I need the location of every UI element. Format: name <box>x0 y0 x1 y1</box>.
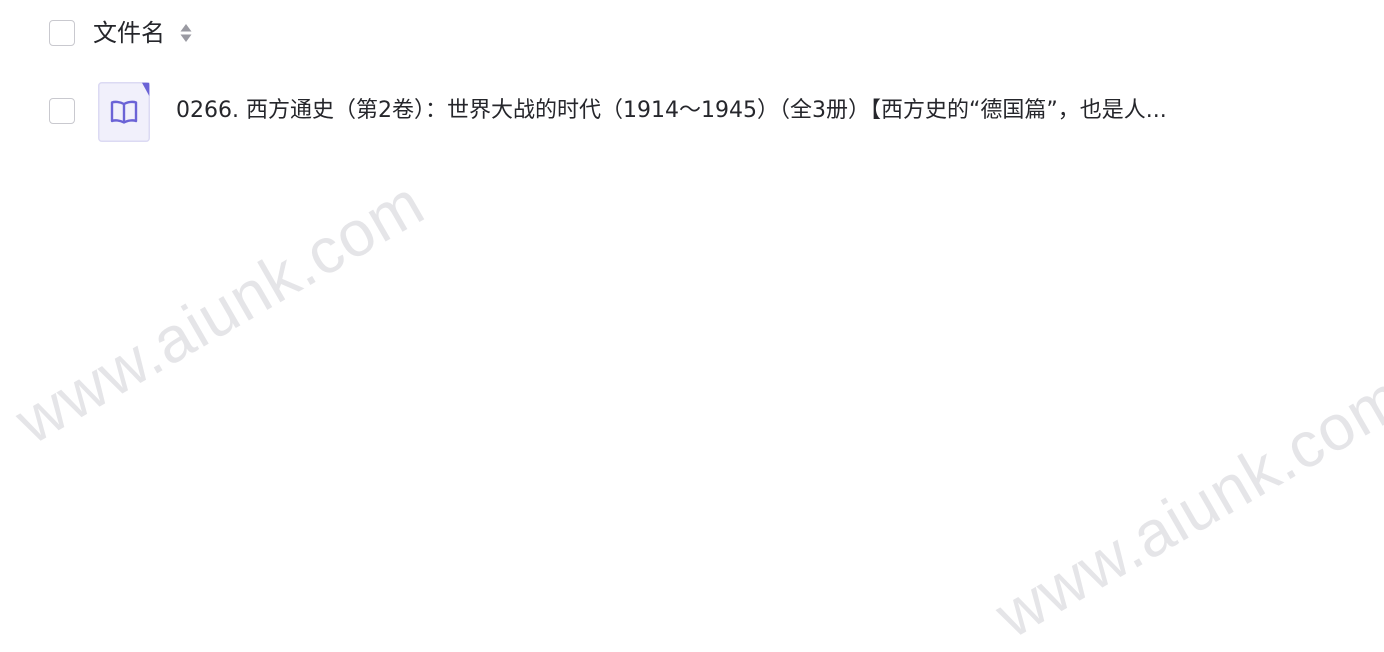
filename-column-header[interactable]: 文件名 <box>93 16 165 50</box>
book-icon <box>98 82 150 142</box>
file-list-header: 文件名 <box>0 0 1384 66</box>
file-name-link[interactable]: 0266. 西方通史（第2卷）：世界大战的时代（1914～1945）（全3册）【… <box>176 95 1236 127</box>
file-row-checkbox[interactable] <box>49 98 75 124</box>
sort-icon[interactable] <box>179 22 193 44</box>
file-row[interactable]: 0266. 西方通史（第2卷）：世界大战的时代（1914～1945）（全3册）【… <box>0 76 1384 148</box>
select-all-checkbox[interactable] <box>49 20 75 46</box>
file-list: 文件名 0266. 西方通史（第2卷）：世界大战的时代（1914～1945）（全… <box>0 0 1384 588</box>
